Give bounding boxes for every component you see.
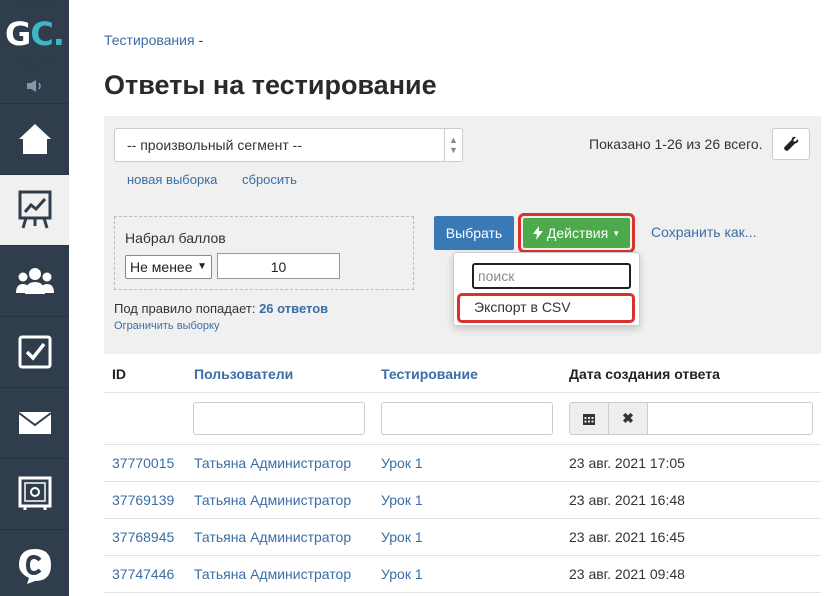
getcourse-logo-icon: G C. <box>3 3 66 65</box>
divider <box>104 592 821 593</box>
column-header-date: Дата создания ответа <box>569 366 720 382</box>
column-header-test[interactable]: Тестирование <box>381 366 478 382</box>
save-as-link[interactable]: Сохранить как... <box>651 224 756 240</box>
divider <box>104 555 821 556</box>
score-operator-value: Не менее <box>130 259 193 275</box>
test-filter-input[interactable] <box>381 402 553 435</box>
row-id-link[interactable]: 37747446 <box>112 566 174 582</box>
breadcrumb-link-tests[interactable]: Тестирования <box>104 32 195 48</box>
date-filter: ✖ <box>569 402 813 435</box>
score-condition-box: Набрал баллов Не менее ▼ 10 <box>114 216 414 290</box>
sidebar-item-users[interactable] <box>0 246 69 317</box>
sidebar-item-finance[interactable] <box>0 459 69 530</box>
lightning-icon <box>532 226 543 240</box>
actions-highlight: Действия ▼ <box>518 213 635 253</box>
calendar-icon <box>583 413 595 425</box>
sidebar-item-tasks[interactable] <box>0 317 69 388</box>
row-test-link[interactable]: Урок 1 <box>381 529 423 545</box>
page-title: Ответы на тестирование <box>104 70 437 100</box>
sidebar: G C. <box>0 0 69 596</box>
checkbox-icon <box>18 335 51 369</box>
row-id-link[interactable]: 37769139 <box>112 492 174 508</box>
chat-logo-icon <box>18 548 51 584</box>
users-filter-input[interactable] <box>193 402 365 435</box>
select-button[interactable]: Выбрать <box>434 216 514 250</box>
sidebar-item-chat[interactable] <box>0 530 69 596</box>
caret-down-icon: ▼ <box>612 228 621 238</box>
logo[interactable]: G C. <box>0 0 69 68</box>
speaker-icon[interactable] <box>0 68 69 104</box>
home-icon <box>18 124 51 154</box>
close-icon: ✖ <box>622 410 634 426</box>
safe-icon <box>18 476 51 510</box>
row-date: 23 авг. 2021 17:05 <box>569 455 685 471</box>
wrench-icon <box>784 136 799 151</box>
filter-panel: -- произвольный сегмент -- ▲ ▼ Показано 1… <box>104 116 821 354</box>
actions-label: Действия <box>546 225 609 241</box>
row-id-link[interactable]: 37770015 <box>112 455 174 471</box>
rule-prefix: Под правило попадает: <box>114 301 256 316</box>
sidebar-item-mail[interactable] <box>0 388 69 459</box>
score-value-input[interactable]: 10 <box>217 253 340 279</box>
chart-icon <box>18 190 51 229</box>
logo-text: G <box>5 15 31 53</box>
row-user-link[interactable]: Татьяна Администратор <box>194 566 351 582</box>
actions-button[interactable]: Действия ▼ <box>523 218 630 248</box>
score-operator-select[interactable]: Не менее ▼ <box>125 255 212 279</box>
reset-link[interactable]: сбросить <box>242 172 297 187</box>
segment-select-value: -- произвольный сегмент -- <box>127 137 302 153</box>
row-test-link[interactable]: Урок 1 <box>381 455 423 471</box>
settings-button[interactable] <box>772 128 810 160</box>
segment-select[interactable]: -- произвольный сегмент -- ▲ ▼ <box>114 128 463 162</box>
row-user-link[interactable]: Татьяна Администратор <box>194 492 351 508</box>
row-user-link[interactable]: Татьяна Администратор <box>194 529 351 545</box>
breadcrumb: Тестирования - <box>104 32 203 48</box>
row-user-link[interactable]: Татьяна Администратор <box>194 455 351 471</box>
divider <box>104 444 821 445</box>
rule-count-link[interactable]: 26 ответов <box>259 301 328 316</box>
column-header-users[interactable]: Пользователи <box>194 366 293 382</box>
row-test-link[interactable]: Урок 1 <box>381 492 423 508</box>
calendar-button[interactable] <box>570 403 609 434</box>
divider <box>104 392 821 393</box>
actions-dropdown: поиск Экспорт в CSV <box>453 252 640 326</box>
new-selection-link[interactable]: новая выборка <box>127 172 217 187</box>
export-highlight: Экспорт в CSV <box>457 293 635 323</box>
sidebar-item-home[interactable] <box>0 104 69 175</box>
breadcrumb-separator: - <box>194 32 204 48</box>
rule-summary: Под правило попадает: 26 ответов <box>114 301 328 316</box>
row-date: 23 авг. 2021 16:48 <box>569 492 685 508</box>
score-label: Набрал баллов <box>125 230 226 246</box>
sidebar-item-chart[interactable] <box>0 175 69 246</box>
shown-count: Показано 1-26 из 26 всего. <box>589 136 763 152</box>
main-content: Тестирования - Ответы на тестирование --… <box>69 0 836 596</box>
users-icon <box>15 268 54 294</box>
divider <box>104 481 821 482</box>
divider <box>104 518 821 519</box>
clear-date-button[interactable]: ✖ <box>609 403 648 434</box>
dropdown-search-input[interactable]: поиск <box>472 263 631 289</box>
select-arrow-icon: ▲ ▼ <box>444 129 462 161</box>
column-header-id: ID <box>112 366 126 382</box>
logo-text-accent: C. <box>30 15 65 53</box>
export-csv-item[interactable]: Экспорт в CSV <box>474 299 571 315</box>
limit-selection-link[interactable]: Ограничить выборку <box>114 320 219 332</box>
row-date: 23 авг. 2021 09:48 <box>569 566 685 582</box>
row-test-link[interactable]: Урок 1 <box>381 566 423 582</box>
chevron-down-icon: ▼ <box>197 261 207 272</box>
row-id-link[interactable]: 37768945 <box>112 529 174 545</box>
mail-icon <box>17 412 52 434</box>
row-date: 23 авг. 2021 16:45 <box>569 529 685 545</box>
